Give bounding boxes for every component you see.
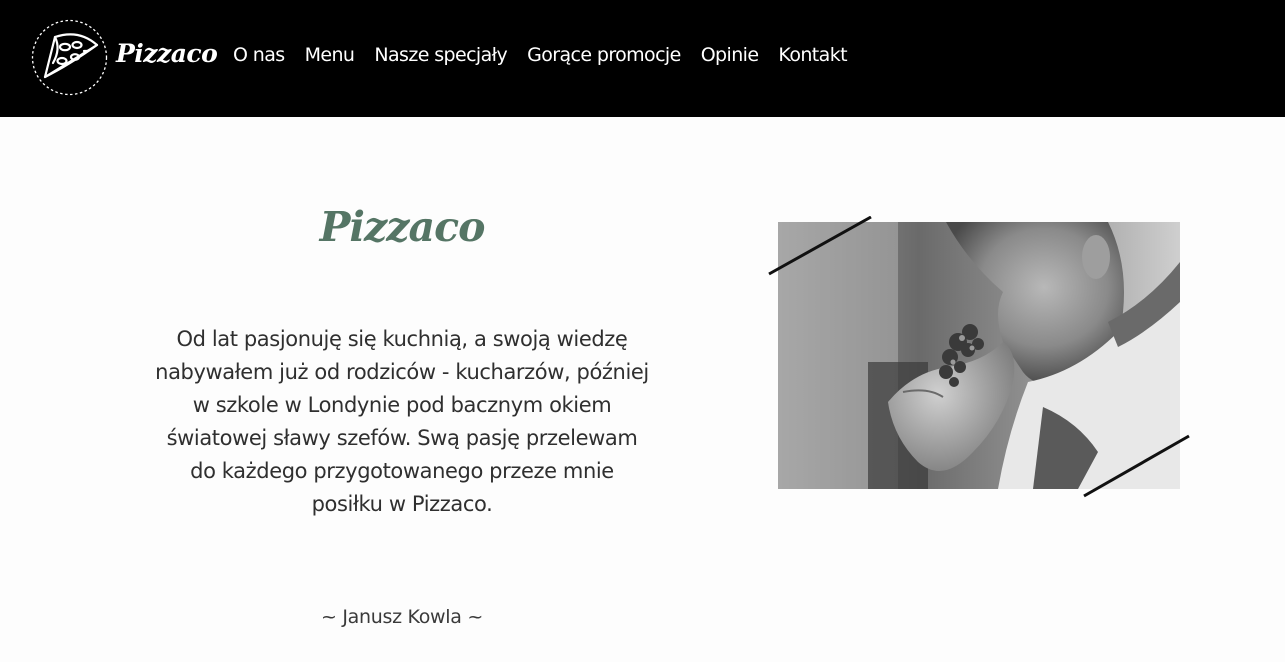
brand-name[interactable]: Pizzaco — [116, 39, 218, 68]
about-title: Pizzaco — [319, 203, 486, 251]
decor-line-top — [768, 216, 1190, 498]
nav-link-o-nas[interactable]: O nas — [233, 44, 285, 66]
top-navbar: Pizzaco O nas Menu Nasze specjały Gorące… — [0, 0, 1285, 117]
nav-link-nasze-specjaly[interactable]: Nasze specjały — [374, 44, 507, 66]
chef-photo-frame — [768, 216, 1192, 499]
nav-link-kontakt[interactable]: Kontakt — [778, 44, 847, 66]
pizza-logo-icon[interactable] — [31, 19, 108, 96]
about-text: Od lat pasjonuję się kuchnią, a swoją wi… — [155, 327, 649, 516]
about-section: Pizzaco Od lat pasjonuję się kuchnią, a … — [0, 117, 1285, 662]
chef-signature: ~ Janusz Kowla ~ — [321, 606, 483, 628]
nav-link-menu[interactable]: Menu — [305, 44, 355, 66]
nav-link-gorace-promocje[interactable]: Gorące promocje — [527, 44, 681, 66]
main-nav: O nas Menu Nasze specjały Gorące promocj… — [233, 44, 867, 66]
nav-link-opinie[interactable]: Opinie — [701, 44, 759, 66]
